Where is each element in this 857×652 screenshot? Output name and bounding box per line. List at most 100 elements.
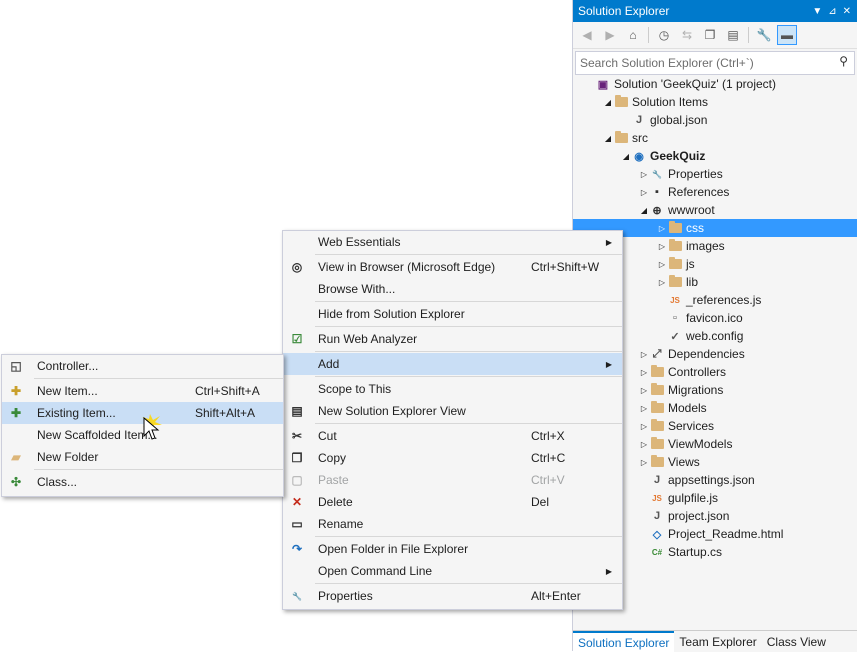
menu-item-shortcut: Shift+Alt+A <box>195 406 256 420</box>
menu-item-properties[interactable]: 🔧 Properties Alt+Enter <box>283 585 622 607</box>
tree-item-label: Models <box>668 401 707 415</box>
tree-item-label: GeekQuiz <box>650 149 706 163</box>
folder-icon <box>667 221 683 235</box>
properties-icon[interactable]: 🔧 <box>754 25 774 45</box>
tree-item-label: lib <box>686 275 699 289</box>
tree-item[interactable]: ◢ ⊕ wwwroot <box>573 201 857 219</box>
tree-item[interactable]: ▣ Solution 'GeekQuiz' (1 project) <box>573 75 857 93</box>
search-icon[interactable]: ⚲ <box>839 54 848 68</box>
expander-icon[interactable]: ◢ <box>621 152 631 161</box>
menu-item-copy[interactable]: ❐ Copy Ctrl+C <box>283 447 622 469</box>
expander-icon[interactable]: ▷ <box>639 350 649 359</box>
tree-item[interactable]: Jglobal.json <box>573 111 857 129</box>
submenu-arrow-icon: ▶ <box>605 359 612 369</box>
preview-icon[interactable]: ▬ <box>777 25 797 45</box>
expander-icon[interactable]: ▷ <box>639 386 649 395</box>
expander-icon[interactable]: ◢ <box>603 134 613 143</box>
tab-class-view[interactable]: Class View <box>762 631 831 652</box>
blank-icon <box>289 235 305 249</box>
tree-item-label: favicon.ico <box>686 311 743 325</box>
expander-icon[interactable]: ▷ <box>639 170 649 179</box>
menu-item-new-solution-explorer-view[interactable]: ▤ New Solution Explorer View <box>283 400 622 422</box>
menu-item-add[interactable]: Add ▶ <box>283 353 622 375</box>
menu-separator <box>315 376 622 377</box>
menu-item-label: Web Essentials <box>318 235 401 249</box>
dropdown-icon[interactable]: ▼ <box>812 6 822 17</box>
folder-icon <box>649 455 665 469</box>
tree-item[interactable]: ◢ ◉ GeekQuiz <box>573 147 857 165</box>
expander-icon[interactable]: ▷ <box>657 242 667 251</box>
tree-item-label: Solution 'GeekQuiz' (1 project) <box>614 77 776 91</box>
expander-icon[interactable]: ▷ <box>639 404 649 413</box>
close-icon[interactable]: ✕ <box>843 6 851 17</box>
expander-icon[interactable]: ▷ <box>657 224 667 233</box>
menu-item-shortcut: Del <box>531 495 550 509</box>
collapse-all-icon[interactable]: ❐ <box>700 25 720 45</box>
tree-item-label: Views <box>668 455 700 469</box>
back-icon[interactable]: ◀ <box>577 25 597 45</box>
menu-item-controller[interactable]: ◱ Controller... <box>2 355 283 377</box>
delete-icon: ✕ <box>291 495 303 509</box>
tab-team-explorer[interactable]: Team Explorer <box>674 631 761 652</box>
menu-item-paste: ▢ Paste Ctrl+V <box>283 469 622 491</box>
expander-icon[interactable]: ◢ <box>639 206 649 215</box>
menu-item-rename[interactable]: ▭ Rename <box>283 513 622 535</box>
menu-item-web-essentials[interactable]: Web Essentials ▶ <box>283 231 622 253</box>
tree-item[interactable]: ▷ 🔧 Properties <box>573 165 857 183</box>
forward-icon[interactable]: ▶ <box>600 25 620 45</box>
tree-item-label: Controllers <box>668 365 727 379</box>
menu-item-view-in-browser-microsoft-edge[interactable]: ◎ View in Browser (Microsoft Edge) Ctrl+Sh… <box>283 256 622 278</box>
csharp-file-icon: C# <box>651 547 663 557</box>
tree-item[interactable]: ◢ Solution Items <box>573 93 857 111</box>
web-project-icon: ◉ <box>634 150 644 163</box>
menu-item-run-web-analyzer[interactable]: ☑ Run Web Analyzer <box>283 328 622 350</box>
menu-separator <box>315 583 622 584</box>
tab-solution-explorer[interactable]: Solution Explorer <box>573 631 675 652</box>
menu-item-new-item[interactable]: ✚ New Item... Ctrl+Shift+A <box>2 380 283 402</box>
tree-item-label: js <box>686 257 695 271</box>
menu-item-hide-from-solution-explorer[interactable]: Hide from Solution Explorer <box>283 303 622 325</box>
expander-icon[interactable]: ▷ <box>639 368 649 377</box>
blank-icon <box>8 428 24 442</box>
menu-item-class[interactable]: ✣ Class... <box>2 471 283 493</box>
menu-item-shortcut: Ctrl+X <box>531 429 565 443</box>
search-input[interactable]: Search Solution Explorer (Ctrl+`) ⚲ <box>575 51 855 75</box>
folder-icon <box>649 401 665 415</box>
expander-icon[interactable]: ▷ <box>657 278 667 287</box>
menu-item-browse-with[interactable]: Browse With... <box>283 278 622 300</box>
menu-item-new-folder[interactable]: ▰ New Folder <box>2 446 283 468</box>
json-file-icon: J <box>653 510 661 522</box>
home-icon[interactable]: ⌂ <box>623 25 643 45</box>
expander-icon[interactable]: ▷ <box>657 260 667 269</box>
show-all-files-icon[interactable]: ▤ <box>723 25 743 45</box>
tree-item-label: web.config <box>686 329 744 343</box>
tree-item-label: src <box>632 131 648 145</box>
sync-icon[interactable]: ⇆ <box>677 25 697 45</box>
menu-item-shortcut: Alt+Enter <box>531 589 581 603</box>
menu-item-open-folder-in-file-explorer[interactable]: ↷ Open Folder in File Explorer <box>283 538 622 560</box>
tree-item-label: appsettings.json <box>668 473 755 487</box>
pending-changes-icon[interactable]: ◷ <box>654 25 674 45</box>
menu-item-label: Existing Item... <box>37 406 116 420</box>
tree-item[interactable]: ▷ ▪ References <box>573 183 857 201</box>
menu-item-cut[interactable]: ✂ Cut Ctrl+X <box>283 425 622 447</box>
tree-item[interactable]: ◢ src <box>573 129 857 147</box>
menu-item-open-command-line[interactable]: Open Command Line ▶ <box>283 560 622 582</box>
expander-icon[interactable]: ▷ <box>639 440 649 449</box>
menu-item-shortcut: Ctrl+Shift+W <box>531 260 600 274</box>
expander-icon[interactable]: ◢ <box>603 98 613 107</box>
pin-icon[interactable]: ⊿ <box>828 6 836 17</box>
folder-icon <box>613 95 629 109</box>
menu-separator <box>315 301 622 302</box>
mouse-cursor-icon <box>142 414 162 440</box>
expander-icon[interactable]: ▷ <box>639 458 649 467</box>
menu-item-shortcut: Ctrl+Shift+A <box>195 384 260 398</box>
open-folder-icon: ↷ <box>291 542 303 556</box>
expander-icon[interactable]: ▷ <box>639 188 649 197</box>
json-file-icon: J <box>653 474 661 486</box>
menu-separator <box>34 469 283 470</box>
menu-item-label: Class... <box>37 475 78 489</box>
menu-item-delete[interactable]: ✕ Delete Del <box>283 491 622 513</box>
menu-item-scope-to-this[interactable]: Scope to This <box>283 378 622 400</box>
expander-icon[interactable]: ▷ <box>639 422 649 431</box>
